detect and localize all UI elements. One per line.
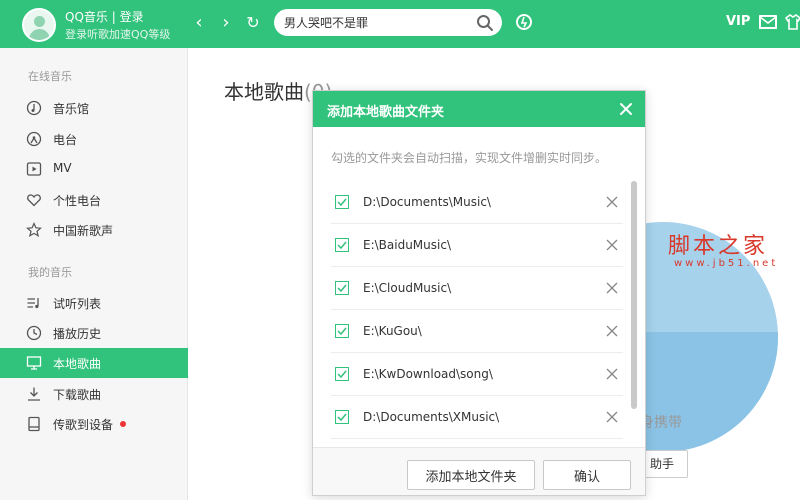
sidebar-item-label: 个性电台	[53, 194, 102, 208]
sidebar-item-device[interactable]: 传歌到设备	[0, 409, 188, 439]
folder-checkbox[interactable]	[335, 410, 349, 424]
avatar-body	[29, 29, 50, 40]
section-title-mine: 我的音乐	[28, 266, 72, 279]
confirm-button[interactable]: 确认	[543, 460, 631, 490]
back-icon[interactable]: ‹	[188, 12, 210, 34]
sidebar-item-downloads[interactable]: 下载歌曲	[0, 379, 188, 409]
add-folder-dialog: 添加本地歌曲文件夹 勾选的文件夹会自动扫描，实现文件增删实时同步。 D:\Doc…	[312, 90, 646, 496]
folder-checkbox[interactable]	[335, 238, 349, 252]
sidebar-item-label: 试听列表	[53, 297, 102, 311]
dialog-header: 添加本地歌曲文件夹	[313, 91, 645, 127]
recognize-icon[interactable]	[513, 11, 535, 33]
music-hall-icon	[26, 100, 42, 116]
playlist-icon	[27, 298, 39, 309]
avatar-head	[34, 16, 45, 27]
sidebar-item-trial-list[interactable]: 试听列表	[0, 288, 188, 318]
sidebar-item-label: 传歌到设备	[53, 418, 114, 432]
folder-row: E:\BaiduMusic\	[331, 224, 623, 267]
folder-checkbox[interactable]	[335, 195, 349, 209]
forward-icon[interactable]: ›	[215, 12, 237, 34]
sidebar-item-label: 本地歌曲	[53, 357, 102, 371]
search-icon[interactable]	[474, 12, 496, 34]
monitor-icon	[26, 356, 42, 370]
heart-icon	[27, 194, 41, 207]
login-subtitle: 登录听歌加速QQ等级	[65, 28, 171, 41]
sidebar-item-new-voice[interactable]: 中国新歌声	[0, 215, 188, 245]
sidebar-item-radio[interactable]: 电台	[0, 124, 188, 154]
sidebar-item-mv[interactable]: MV	[0, 154, 188, 184]
device-icon	[28, 416, 40, 432]
remove-folder-icon[interactable]	[605, 238, 619, 252]
dialog-title: 添加本地歌曲文件夹	[327, 105, 445, 120]
folder-path: E:\CloudMusic\	[363, 281, 452, 295]
folder-list-scrollbar[interactable]	[631, 181, 637, 409]
folder-checkbox[interactable]	[335, 281, 349, 295]
folder-path: E:\BaiduMusic\	[363, 238, 451, 252]
download-icon	[28, 387, 40, 401]
sidebar-item-music-hall[interactable]: 音乐馆	[0, 93, 188, 123]
sidebar-item-local-songs[interactable]: 本地歌曲	[0, 348, 188, 378]
folder-row: E:\CloudMusic\	[331, 267, 623, 310]
folder-path: E:\KuGou\	[363, 324, 422, 338]
dialog-description: 勾选的文件夹会自动扫描，实现文件增删实时同步。	[331, 151, 608, 165]
folder-row: E:\KuGou\	[331, 310, 623, 353]
sidebar-item-history[interactable]: 播放历史	[0, 318, 188, 348]
search-input[interactable]	[274, 9, 502, 36]
sidebar-item-label: 音乐馆	[53, 102, 90, 116]
page-title-text: 本地歌曲	[224, 80, 304, 104]
folder-path: D:\Documents\Music\	[363, 195, 491, 209]
folder-list: D:\Documents\Music\ E:\BaiduMusic\ E:\Cl…	[331, 181, 631, 457]
login-title[interactable]: QQ音乐 | 登录	[65, 8, 144, 25]
folder-row: D:\Documents\XMusic\	[331, 396, 623, 439]
sidebar-item-label: 下载歌曲	[53, 388, 102, 402]
section-title-online: 在线音乐	[28, 70, 72, 83]
radio-icon	[26, 131, 42, 147]
background-caption: 身携带	[640, 415, 682, 431]
watermark-text: 脚本之家	[668, 234, 769, 259]
add-local-folder-button[interactable]: 添加本地文件夹	[407, 460, 535, 490]
sidebar-item-personal-radio[interactable]: 个性电台	[0, 185, 188, 215]
folder-row: E:\KwDownload\song\	[331, 353, 623, 396]
star-icon	[26, 222, 42, 238]
sidebar-item-label: MV	[53, 161, 72, 175]
sidebar-item-label: 电台	[53, 133, 78, 147]
clock-icon	[26, 325, 42, 341]
sidebar-item-label: 播放历史	[53, 327, 102, 341]
notification-dot	[120, 421, 126, 427]
remove-folder-icon[interactable]	[605, 195, 619, 209]
folder-path: D:\Documents\XMusic\	[363, 410, 500, 424]
folder-path: E:\KwDownload\song\	[363, 367, 493, 381]
folder-row: D:\Documents\Music\	[331, 181, 623, 224]
tshirt-icon[interactable]	[782, 11, 800, 33]
remove-folder-icon[interactable]	[605, 281, 619, 295]
top-bar: QQ音乐 | 登录 登录听歌加速QQ等级 ‹ › ↻ VIP	[0, 0, 800, 48]
mail-icon[interactable]	[757, 11, 779, 33]
remove-folder-icon[interactable]	[605, 367, 619, 381]
remove-folder-icon[interactable]	[605, 410, 619, 424]
mv-icon	[26, 162, 42, 176]
remove-folder-icon[interactable]	[605, 324, 619, 338]
watermark-url: www.jb51.net	[674, 258, 779, 269]
refresh-icon[interactable]: ↻	[242, 12, 264, 34]
close-icon[interactable]	[617, 100, 635, 118]
folder-checkbox[interactable]	[335, 367, 349, 381]
avatar[interactable]	[22, 8, 56, 42]
sidebar-item-label: 中国新歌声	[53, 224, 114, 238]
vip-button[interactable]: VIP	[726, 14, 750, 29]
sidebar: 在线音乐 音乐馆 电台 MV 个性电台 中国新歌声 我的音乐 试听列表 播放历史…	[0, 48, 188, 500]
folder-checkbox[interactable]	[335, 324, 349, 338]
